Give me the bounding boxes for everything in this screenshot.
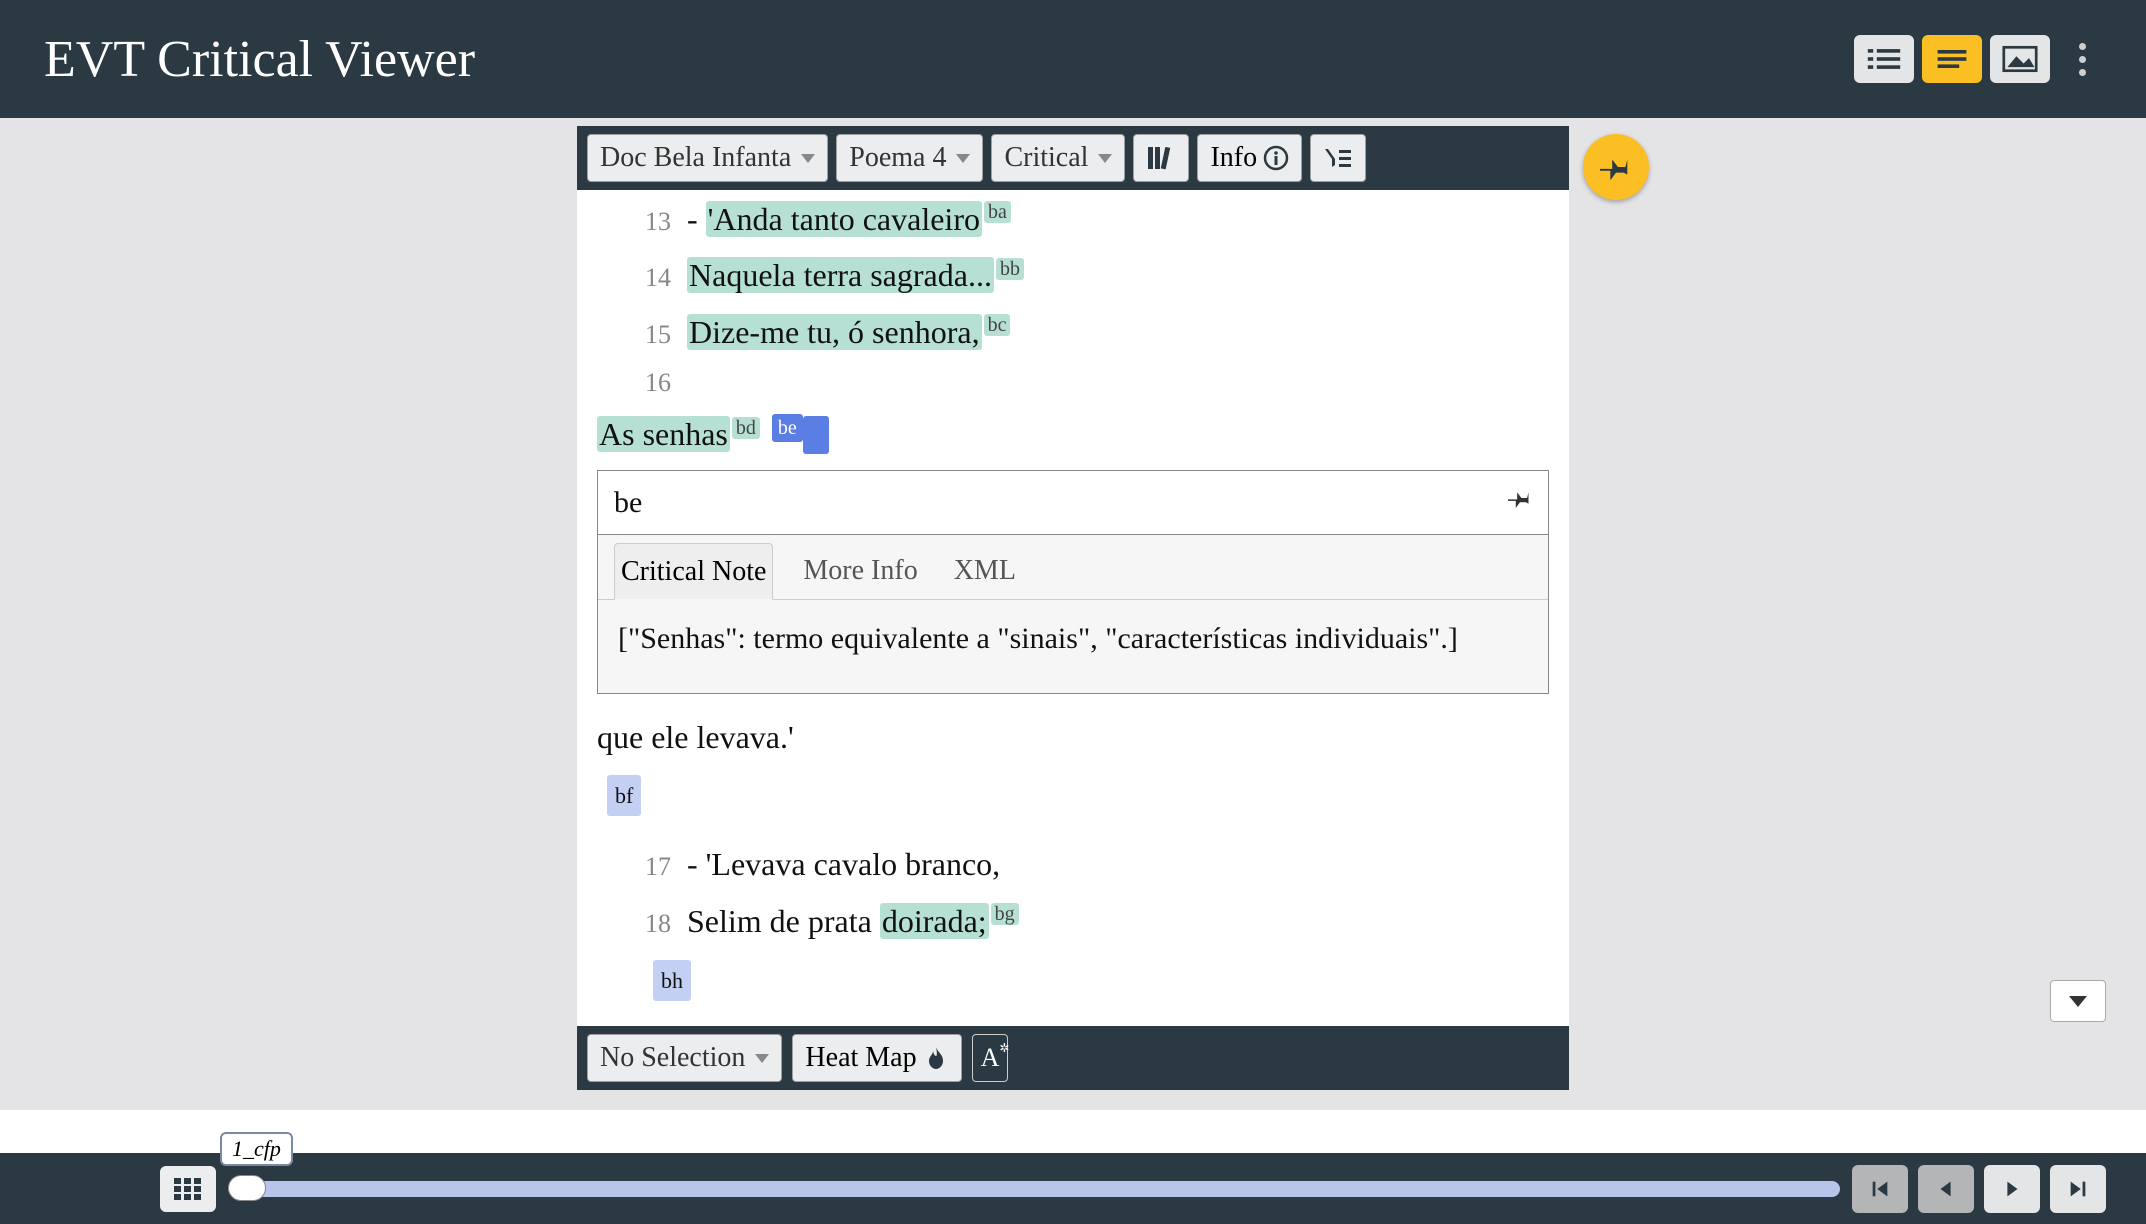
line-number: 14 — [637, 256, 687, 300]
apparatus-ref-active[interactable]: be — [772, 414, 803, 442]
thumbnail-grid-button[interactable] — [160, 1166, 216, 1212]
pin-icon — [1508, 486, 1532, 510]
text-fragment: que ele levava.' — [597, 710, 1549, 764]
books-icon — [1146, 143, 1176, 173]
note-pin-button[interactable] — [1508, 480, 1532, 524]
app-title: EVT Critical Viewer — [44, 30, 475, 89]
text-panel: Doc Bela Infanta Poema 4 Critical Info — [577, 126, 1569, 1090]
line-number: 13 — [637, 200, 687, 244]
tab-xml[interactable]: XML — [948, 543, 1022, 600]
font-settings-button[interactable]: A✲ — [972, 1034, 1009, 1082]
slider-track[interactable] — [228, 1181, 1840, 1197]
line-number: 15 — [637, 313, 687, 357]
apparatus-ref[interactable]: bg — [991, 903, 1019, 925]
pin-icon — [1600, 151, 1632, 183]
text-line: 14 Naquela terra sagrada...bb — [597, 248, 1549, 302]
selection-marker[interactable] — [803, 416, 829, 454]
document-selector[interactable]: Doc Bela Infanta — [587, 134, 828, 182]
selection-label: No Selection — [600, 1042, 745, 1074]
app-header: EVT Critical Viewer — [0, 0, 2146, 118]
chevron-down-icon — [1098, 154, 1112, 163]
tab-critical-note[interactable]: Critical Note — [614, 543, 773, 601]
apparatus-ref[interactable]: bb — [996, 258, 1024, 280]
chevron-down-icon — [2069, 996, 2087, 1007]
apparatus-ref[interactable]: ba — [984, 201, 1011, 223]
info-icon — [1263, 145, 1289, 171]
nav-prev-button[interactable] — [1918, 1165, 1974, 1213]
heatmap-button[interactable]: Heat Map — [792, 1034, 961, 1082]
critical-note-panel: be Critical Note More Info XML ["Senhas"… — [597, 470, 1549, 695]
header-toolbar — [1854, 35, 2106, 83]
heatmap-label: Heat Map — [805, 1042, 916, 1074]
apparatus-tag[interactable]: bh — [653, 960, 691, 1001]
pin-panel-button[interactable] — [1583, 134, 1649, 200]
edition-selector[interactable]: Critical — [991, 134, 1125, 182]
apparatus-ref[interactable]: bc — [984, 314, 1011, 336]
filter-icon — [1323, 146, 1353, 170]
poem-selector-label: Poema 4 — [849, 142, 946, 174]
more-menu-button[interactable] — [2058, 35, 2106, 83]
expand-dropdown[interactable] — [2050, 980, 2106, 1022]
filter-button[interactable] — [1310, 134, 1366, 182]
poem-selector[interactable]: Poema 4 — [836, 134, 983, 182]
note-body: ["Senhas": termo equivalente a "sinais",… — [598, 600, 1548, 693]
text-fragment: As senhasbd be — [597, 407, 1549, 461]
highlighted-text[interactable]: doirada; — [880, 903, 989, 939]
chevron-down-icon — [755, 1054, 769, 1063]
page-slider[interactable]: 1_cfp — [228, 1174, 1840, 1204]
highlighted-text[interactable]: Naquela terra sagrada... — [687, 257, 994, 293]
panel-toolbar: Doc Bela Infanta Poema 4 Critical Info — [577, 126, 1569, 190]
info-label: Info — [1210, 142, 1257, 174]
chevron-down-icon — [956, 154, 970, 163]
line-number: 18 — [637, 902, 687, 946]
tab-more-info[interactable]: More Info — [797, 543, 923, 600]
line-number: 17 — [637, 845, 687, 889]
highlighted-text[interactable]: As senhas — [597, 416, 730, 452]
text-line: 18 Selim de prata doirada;bg — [597, 894, 1549, 948]
note-tabs: Critical Note More Info XML — [598, 535, 1548, 601]
view-image-button[interactable] — [1990, 35, 2050, 83]
slider-thumb[interactable] — [228, 1175, 266, 1201]
line-number: 16 — [637, 361, 687, 405]
grid-icon — [173, 1177, 203, 1201]
workspace: Doc Bela Infanta Poema 4 Critical Info — [0, 118, 2146, 1110]
panel-bottom-toolbar: No Selection Heat Map A✲ — [577, 1026, 1569, 1090]
flame-icon — [923, 1045, 949, 1071]
text-line: 15 Dize-me tu, ó senhora,bc — [597, 305, 1549, 359]
chevron-down-icon — [801, 154, 815, 163]
apparatus-tag[interactable]: bf — [607, 775, 641, 816]
view-list-button[interactable] — [1854, 35, 1914, 83]
edition-selector-label: Critical — [1004, 142, 1088, 174]
apparatus-ref[interactable]: bd — [732, 417, 760, 439]
document-selector-label: Doc Bela Infanta — [600, 142, 791, 174]
nav-first-button[interactable] — [1852, 1165, 1908, 1213]
slider-value-label: 1_cfp — [220, 1132, 293, 1166]
text-line: 17 - 'Levava cavalo branco, — [597, 837, 1549, 891]
selection-selector[interactable]: No Selection — [587, 1034, 782, 1082]
witnesses-button[interactable] — [1133, 134, 1189, 182]
app-footer: 1_cfp — [0, 1153, 2146, 1224]
note-title: be — [614, 477, 642, 528]
nav-last-button[interactable] — [2050, 1165, 2106, 1213]
view-text-button[interactable] — [1922, 35, 1982, 83]
highlighted-text[interactable]: Dize-me tu, ó senhora, — [687, 314, 982, 350]
text-line: 16 — [597, 361, 1549, 405]
text-content[interactable]: 13 - 'Anda tanto cavaleiroba 14 Naquela … — [577, 190, 1569, 1026]
info-button[interactable]: Info — [1197, 134, 1302, 182]
text-line: 13 - 'Anda tanto cavaleiroba — [597, 192, 1549, 246]
nav-buttons — [1852, 1165, 2106, 1213]
highlighted-text[interactable]: 'Anda tanto cavaleiro — [706, 201, 982, 237]
nav-next-button[interactable] — [1984, 1165, 2040, 1213]
